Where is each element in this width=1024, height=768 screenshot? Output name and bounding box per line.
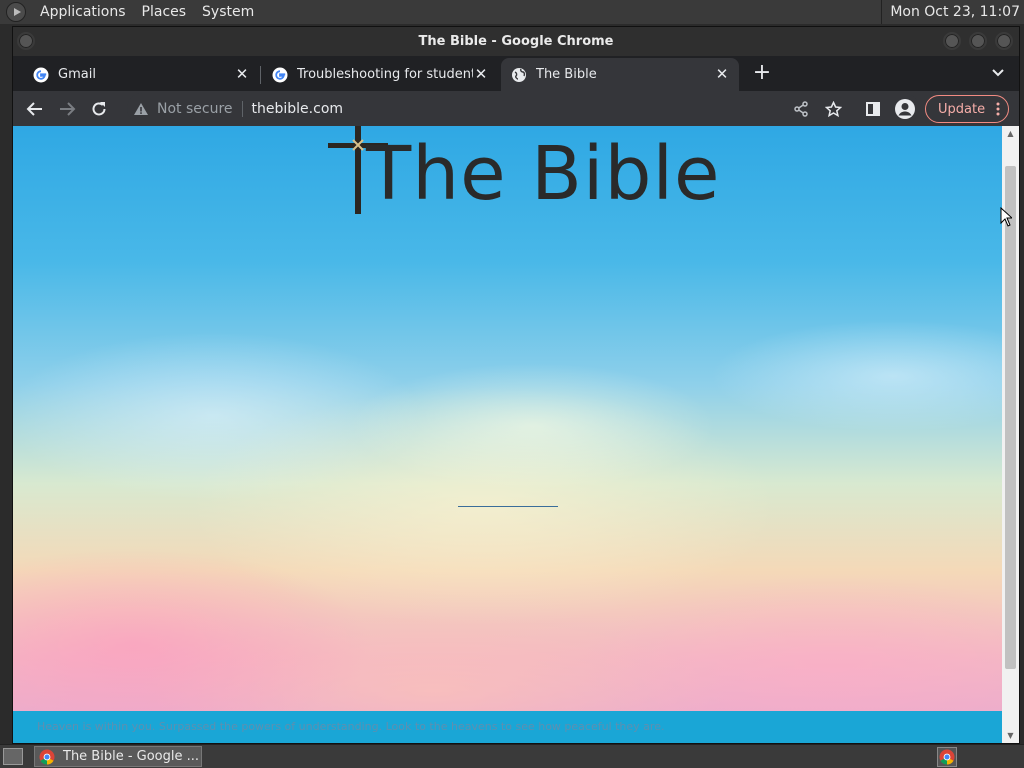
scroll-down-icon[interactable]: ▼ [1006, 731, 1015, 740]
tab-title: Gmail [58, 67, 96, 82]
places-menu[interactable]: Places [134, 0, 195, 24]
tab-the-bible[interactable]: The Bible ✕ [501, 58, 739, 91]
avatar-icon [895, 99, 915, 119]
share-icon [794, 101, 808, 117]
bottom-taskbar: The Bible - Google ... [0, 744, 1024, 768]
tab-divider [260, 66, 261, 84]
close-tab-icon[interactable]: ✕ [472, 65, 490, 83]
tab-search-chevron-icon[interactable] [991, 66, 1005, 80]
window-title: The Bible - Google Chrome [418, 34, 614, 49]
bookmark-button[interactable] [821, 97, 845, 121]
window-menu-button[interactable] [17, 32, 35, 50]
chrome-window: The Bible - Google Chrome Gmail ✕ Troubl… [12, 26, 1020, 744]
maximize-button[interactable] [969, 32, 987, 50]
close-window-button[interactable] [995, 32, 1013, 50]
update-button[interactable]: Update [925, 95, 1009, 123]
system-menu[interactable]: System [194, 0, 262, 24]
footer-quote: Heaven is within you. Surpassed the powe… [37, 720, 665, 733]
share-button[interactable] [789, 97, 813, 121]
minimize-button[interactable] [943, 32, 961, 50]
warning-icon[interactable] [133, 101, 149, 117]
omnibox-divider [241, 100, 243, 117]
reload-icon [92, 102, 106, 116]
reload-button[interactable] [87, 97, 111, 121]
update-label: Update [938, 101, 986, 117]
side-panel-icon [866, 102, 880, 116]
profile-button[interactable] [893, 97, 917, 121]
chrome-icon [939, 749, 955, 765]
panel-menus: Applications Places System [0, 0, 262, 24]
security-status[interactable]: Not secure [157, 101, 233, 117]
close-tab-icon[interactable]: ✕ [233, 65, 251, 83]
new-tab-button[interactable]: + [751, 62, 773, 85]
close-tab-icon[interactable]: ✕ [713, 65, 731, 83]
back-arrow-icon [26, 102, 42, 116]
tab-gmail[interactable]: Gmail ✕ [23, 58, 259, 91]
window-titlebar[interactable]: The Bible - Google Chrome [13, 27, 1019, 56]
loading-indicator [458, 506, 558, 507]
back-button[interactable] [23, 97, 47, 121]
google-icon [33, 67, 49, 82]
forward-arrow-icon [60, 102, 76, 116]
tab-troubleshooting[interactable]: Troubleshooting for students - ✕ [262, 58, 498, 91]
tab-strip: Gmail ✕ Troubleshooting for students - ✕… [13, 56, 1019, 91]
forward-button[interactable] [55, 97, 79, 121]
more-menu-icon[interactable] [996, 102, 1000, 116]
footer-band: Heaven is within you. Surpassed the powe… [13, 711, 1002, 743]
tab-title: Troubleshooting for students - [297, 67, 473, 82]
star-icon [824, 100, 842, 117]
globe-icon [512, 67, 526, 82]
top-panel: Applications Places System Mon Oct 23, 1… [0, 0, 1024, 24]
scroll-thumb[interactable] [1005, 166, 1016, 669]
chrome-icon [39, 749, 55, 764]
gnome-logo-icon[interactable] [6, 2, 26, 22]
page-viewport[interactable]: The Bible Heaven is within you. Surpasse… [13, 126, 1002, 743]
clock[interactable]: Mon Oct 23, 11:07 [881, 0, 1024, 24]
logo-text: The Bible [366, 131, 721, 217]
show-desktop-button[interactable] [3, 748, 23, 765]
applications-menu[interactable]: Applications [32, 0, 134, 24]
scroll-up-icon[interactable]: ▲ [1006, 129, 1015, 138]
tray-chrome-button[interactable] [937, 747, 957, 767]
mouse-cursor-icon [1000, 207, 1012, 227]
browser-toolbar: Not secure thebible.com Update [13, 91, 1019, 126]
site-logo[interactable]: The Bible [328, 126, 720, 216]
google-icon [272, 67, 288, 82]
taskbar-window-label: The Bible - Google ... [63, 749, 200, 764]
tab-title: The Bible [536, 67, 597, 82]
side-panel-button[interactable] [861, 97, 885, 121]
taskbar-window-button[interactable]: The Bible - Google ... [34, 746, 202, 767]
url-text[interactable]: thebible.com [252, 101, 344, 117]
